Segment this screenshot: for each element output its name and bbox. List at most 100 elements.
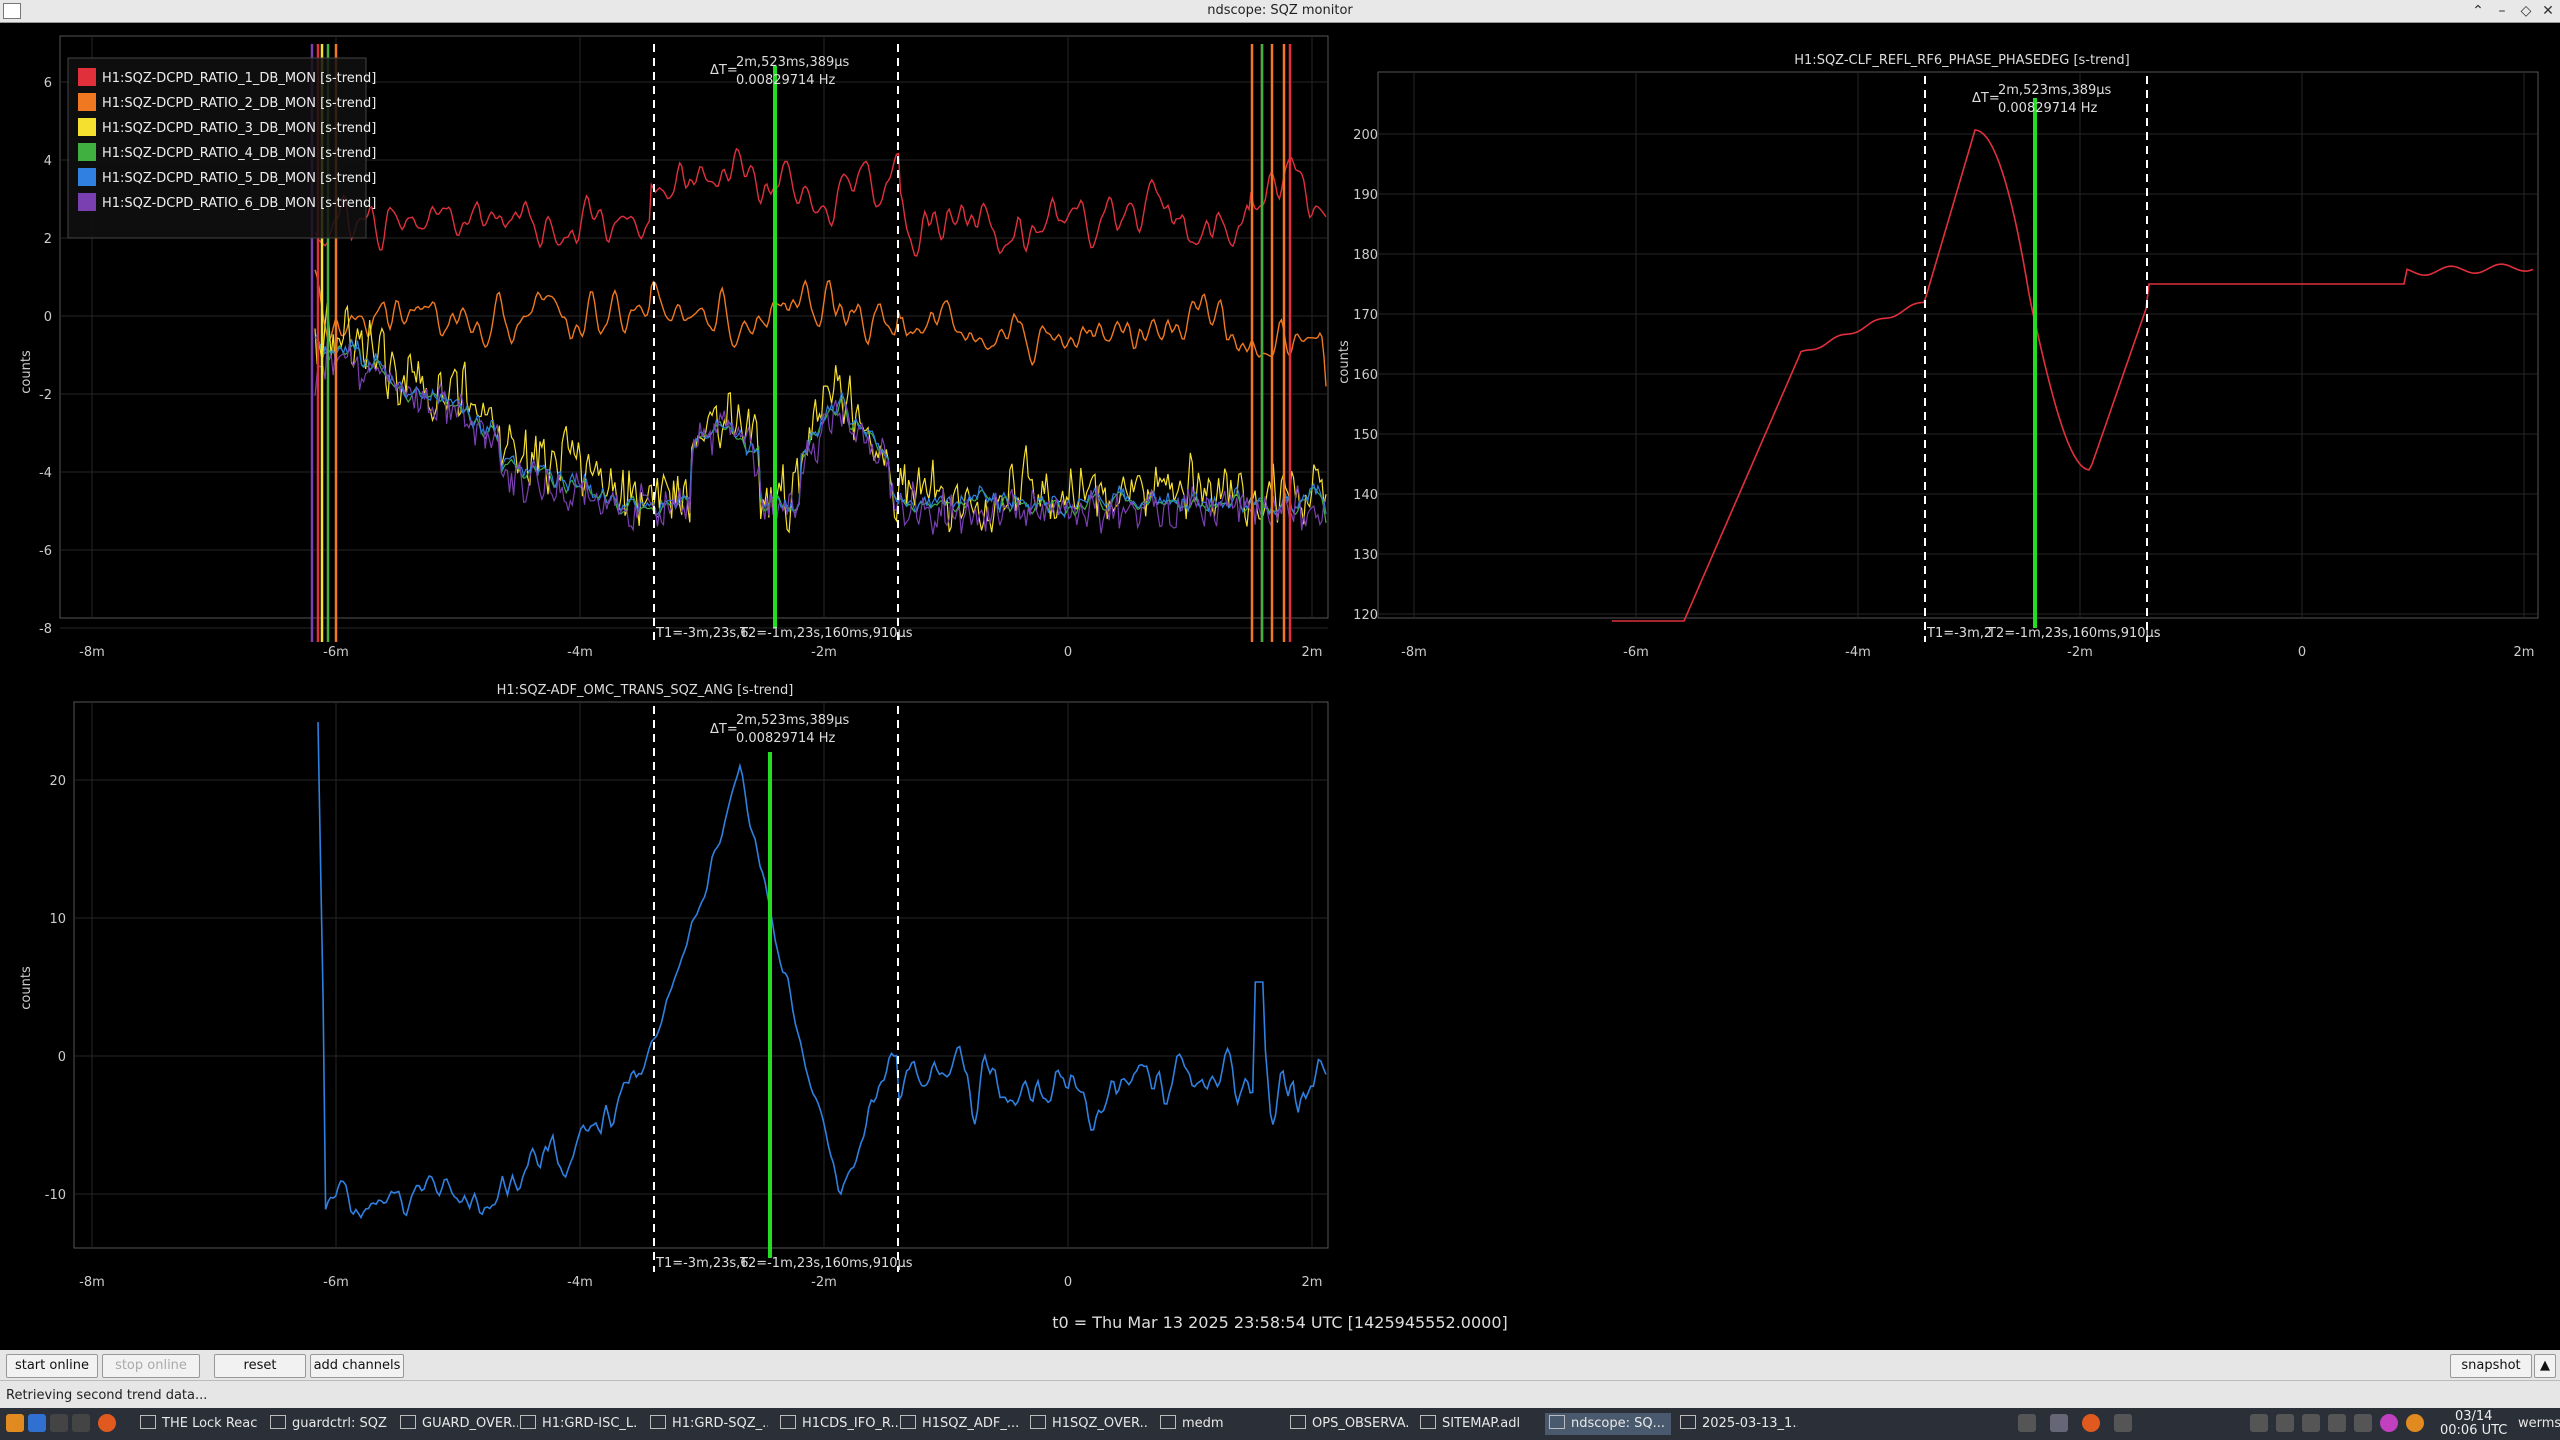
window-icon bbox=[900, 1415, 916, 1429]
user-name[interactable]: werms bbox=[2518, 1413, 2560, 1435]
taskbar-item-label: H1:GRD-ISC_L... bbox=[542, 1416, 638, 1431]
volume-icon[interactable] bbox=[2302, 1414, 2320, 1432]
updates-icon[interactable] bbox=[2354, 1414, 2372, 1432]
y-tick-labels: 200 190 180 170 160 150 140 130 120 bbox=[1353, 128, 1378, 623]
plot-clf-refl-phase[interactable]: H1:SQZ-CLF_REFL_RF6_PHASE_PHASEDEG [s-tr… bbox=[1337, 53, 2539, 660]
y-tick-labels: 20 10 0 -10 bbox=[45, 774, 66, 1203]
window-icon bbox=[1160, 1415, 1176, 1429]
start-online-button[interactable]: start online bbox=[6, 1354, 98, 1378]
taskbar-item[interactable]: H1SQZ_OVER... bbox=[1030, 1413, 1148, 1435]
window-icon bbox=[650, 1415, 666, 1429]
legend-entry[interactable]: H1:SQZ-DCPD_RATIO_3_DB_MON [s-trend] bbox=[102, 121, 376, 136]
plot-dcpd-ratios[interactable]: counts 6420-2-4-6-8 -8m -6m -4m -2m 0 2m ΔT= … bbox=[19, 35, 1329, 660]
y-tick-label: 10 bbox=[49, 912, 66, 927]
snapshot-button[interactable]: snapshot bbox=[2450, 1354, 2532, 1378]
legend-entry[interactable]: H1:SQZ-DCPD_RATIO_6_DB_MON [s-trend] bbox=[102, 196, 376, 211]
taskbar-item-label: H1:GRD-SQZ_... bbox=[672, 1416, 768, 1431]
window-icon bbox=[780, 1415, 796, 1429]
legend-entry[interactable]: H1:SQZ-DCPD_RATIO_4_DB_MON [s-trend] bbox=[102, 146, 376, 161]
x-tick-label: -6m bbox=[323, 645, 349, 660]
clock[interactable]: 03/14 00:06 UTC bbox=[2440, 1410, 2507, 1438]
y-tick-label: 190 bbox=[1353, 188, 1378, 203]
taskbar-item[interactable]: H1SQZ_ADF_... bbox=[900, 1413, 1018, 1435]
x-tick-label: 2m bbox=[2514, 645, 2535, 660]
y-tick-label: -2 bbox=[39, 388, 52, 403]
minimize-icon[interactable]: – bbox=[2492, 1, 2512, 21]
legend-entry[interactable]: H1:SQZ-DCPD_RATIO_2_DB_MON [s-trend] bbox=[102, 96, 376, 111]
x-tick-label: -4m bbox=[567, 1275, 593, 1290]
legend-swatch bbox=[78, 118, 96, 136]
taskbar-item-label: SITEMAP.adl bbox=[1442, 1416, 1521, 1431]
restore-icon[interactable]: ◇ bbox=[2516, 1, 2536, 21]
taskbar-item[interactable]: ndscope: SQ... bbox=[1545, 1413, 1671, 1435]
taskbar-item[interactable]: H1CDS_IFO_R... bbox=[780, 1413, 898, 1435]
add-channels-button[interactable]: add channels bbox=[310, 1354, 404, 1378]
plot-title: H1:SQZ-CLF_REFL_RF6_PHASE_PHASEDEG [s-tr… bbox=[1794, 53, 2129, 68]
delta-t-value: 2m,523ms,389µs bbox=[736, 55, 850, 70]
taskbar-item[interactable]: OPS_OBSERVA... bbox=[1290, 1413, 1408, 1435]
y-tick-label: 0 bbox=[58, 1050, 66, 1065]
plot-frame bbox=[1377, 71, 2539, 619]
x-tick-label: -6m bbox=[323, 1275, 349, 1290]
close-icon[interactable]: ✕ bbox=[2538, 1, 2558, 21]
network-icon[interactable] bbox=[2276, 1414, 2294, 1432]
taskbar-item-label: ndscope: SQ... bbox=[1571, 1416, 1666, 1431]
x-tick-label: 0 bbox=[1064, 1275, 1072, 1290]
y-tick-label: 2 bbox=[44, 232, 52, 247]
taskbar-item[interactable]: H1:GRD-ISC_L... bbox=[520, 1413, 638, 1435]
stop-online-button[interactable]: stop online bbox=[102, 1354, 200, 1378]
clipboard-icon[interactable] bbox=[2250, 1414, 2268, 1432]
files-icon[interactable] bbox=[28, 1414, 46, 1432]
y-tick-label: -8 bbox=[39, 622, 52, 637]
taskbar-item[interactable]: 2025-03-13_1... bbox=[1680, 1413, 1798, 1435]
taskbar-item[interactable]: H1:GRD-SQZ_... bbox=[650, 1413, 768, 1435]
desktop-2-icon[interactable] bbox=[2050, 1414, 2068, 1432]
x-tick-label: -8m bbox=[79, 645, 105, 660]
taskbar-item[interactable]: SITEMAP.adl bbox=[1420, 1413, 1538, 1435]
taskbar-item[interactable]: guardctrl: SQZ... bbox=[270, 1413, 388, 1435]
desktop-1-icon[interactable] bbox=[2018, 1414, 2036, 1432]
terminal-icon[interactable] bbox=[50, 1414, 68, 1432]
y-tick-label: 170 bbox=[1353, 308, 1378, 323]
maximize-icon[interactable]: ⌃ bbox=[2468, 1, 2488, 21]
y-tick-label: 6 bbox=[44, 76, 52, 91]
taskbar-item[interactable]: medm bbox=[1160, 1413, 1278, 1435]
window-title: ndscope: SQZ monitor bbox=[1207, 3, 1353, 18]
arrow-icon[interactable] bbox=[72, 1414, 90, 1432]
firefox-icon[interactable] bbox=[98, 1414, 116, 1432]
clock-date: 03/14 bbox=[2454, 1409, 2493, 1424]
t1-label: T1=-3m,23s,6 bbox=[655, 626, 749, 641]
notifications-icon[interactable] bbox=[2328, 1414, 2346, 1432]
expand-arrow-icon[interactable]: ▲ bbox=[2534, 1354, 2556, 1378]
user-status-icon[interactable] bbox=[2380, 1414, 2398, 1432]
legend-entry[interactable]: H1:SQZ-DCPD_RATIO_1_DB_MON [s-trend] bbox=[102, 71, 376, 86]
plot-adf-sqz-angle[interactable]: H1:SQZ-ADF_OMC_TRANS_SQZ_ANG [s-trend] c… bbox=[19, 683, 1329, 1290]
window-titlebar[interactable]: ndscope: SQZ monitor ⌃ – ◇ ✕ bbox=[0, 0, 2560, 23]
firefox-window-icon[interactable] bbox=[2082, 1414, 2100, 1432]
x-tick-label: -4m bbox=[1845, 645, 1871, 660]
y-axis-label: counts bbox=[19, 966, 34, 1010]
x-tick-label: -4m bbox=[567, 645, 593, 660]
taskbar-item-label: 2025-03-13_1... bbox=[1702, 1416, 1798, 1431]
taskbar-item-label: THE Lock Reac... bbox=[162, 1416, 258, 1431]
weather-icon[interactable] bbox=[2406, 1414, 2424, 1432]
window-icon[interactable] bbox=[2114, 1414, 2132, 1432]
y-tick-label: 150 bbox=[1353, 428, 1378, 443]
legend-entry[interactable]: H1:SQZ-DCPD_RATIO_5_DB_MON [s-trend] bbox=[102, 171, 376, 186]
reset-button[interactable]: reset bbox=[214, 1354, 306, 1378]
legend-swatch bbox=[78, 168, 96, 186]
window-icon bbox=[1290, 1415, 1306, 1429]
y-tick-label: 160 bbox=[1353, 368, 1378, 383]
x-tick-label: -8m bbox=[1401, 645, 1427, 660]
taskbar-item[interactable]: THE Lock Reac... bbox=[140, 1413, 258, 1435]
y-tick-label: 180 bbox=[1353, 248, 1378, 263]
legend[interactable]: H1:SQZ-DCPD_RATIO_1_DB_MON [s-trend] H1:S… bbox=[67, 57, 376, 239]
y-axis-label: counts bbox=[19, 350, 34, 394]
x-tick-label: -2m bbox=[811, 645, 837, 660]
x-tick-label: -2m bbox=[2067, 645, 2093, 660]
x-tick-label: -8m bbox=[79, 1275, 105, 1290]
launcher-icon[interactable] bbox=[6, 1414, 24, 1432]
y-tick-label: 20 bbox=[49, 774, 66, 789]
plots-area[interactable]: counts 6420-2-4-6-8 -8m -6m -4m -2m 0 2m ΔT= … bbox=[0, 22, 2560, 1312]
taskbar-item[interactable]: GUARD_OVER... bbox=[400, 1413, 518, 1435]
